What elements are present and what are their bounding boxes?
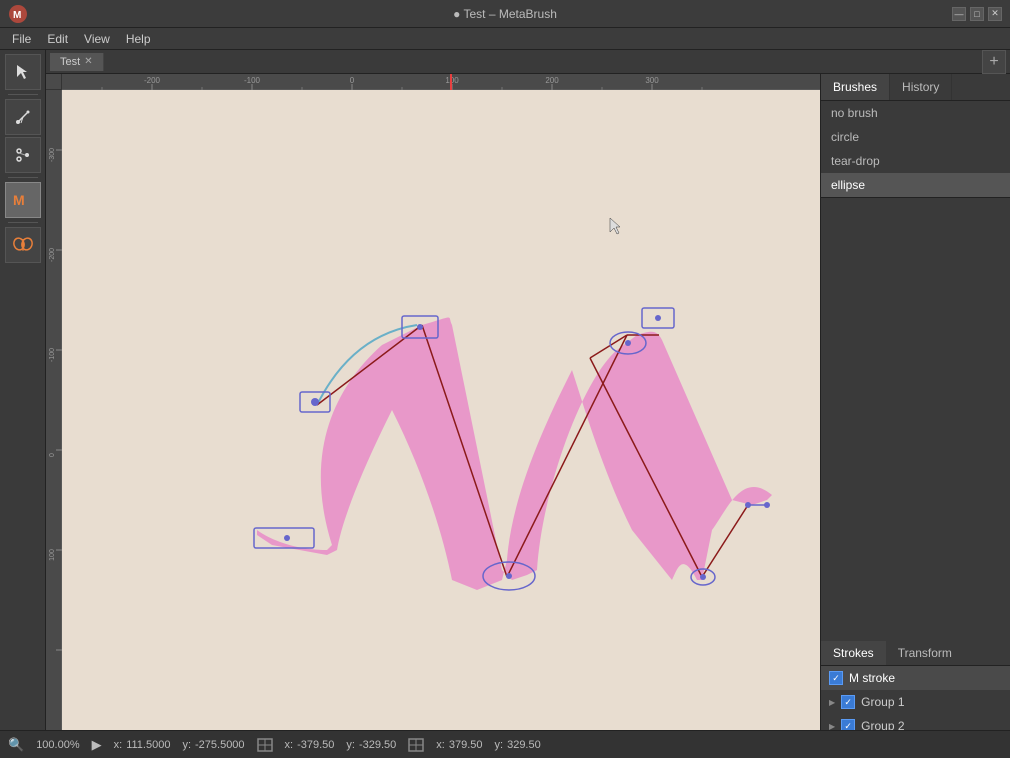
brush-item-no-brush[interactable]: no brush	[821, 101, 1010, 125]
tab-test-label: Test	[60, 56, 80, 68]
tab-test[interactable]: Test ✕	[50, 53, 104, 71]
menu-edit[interactable]: Edit	[39, 30, 76, 48]
svg-text:-300: -300	[49, 148, 56, 162]
play-icon: ▶	[92, 737, 102, 753]
coord-y1: y: -275.5000	[182, 739, 244, 751]
toolbar-divider-2	[8, 177, 38, 178]
stroke-label-group1: Group 1	[861, 695, 904, 709]
ruler-corner	[46, 74, 62, 90]
brush-panel-tabs: Brushes History	[821, 74, 1010, 101]
tab-transform[interactable]: Transform	[886, 641, 964, 665]
coord-y2: y: -329.50	[346, 739, 396, 751]
maximize-button[interactable]: □	[970, 7, 984, 21]
canvas-svg	[62, 90, 820, 758]
frame-icon2	[408, 738, 424, 752]
x2-value: -379.50	[297, 739, 334, 751]
toolbar-divider-1	[8, 94, 38, 95]
y3-value: 329.50	[507, 739, 541, 751]
y2-label: y:	[346, 739, 355, 751]
stroke-checkbox-m[interactable]: ✓	[829, 671, 843, 685]
svg-text:M: M	[13, 192, 25, 208]
add-tab-button[interactable]: +	[982, 50, 1006, 74]
svg-text:-200: -200	[49, 248, 56, 262]
coord-y3: y: 329.50	[495, 739, 541, 751]
node-tool-button[interactable]	[5, 137, 41, 173]
coord-x2: x: -379.50	[285, 739, 335, 751]
play-status: ▶	[92, 737, 102, 753]
zoom-status: 100.00%	[36, 739, 79, 751]
svg-text:-100: -100	[244, 76, 261, 85]
expand-arrow-group1: ▶	[829, 698, 835, 707]
brush-list: no brush circle tear-drop ellipse	[821, 101, 1010, 198]
m-stroke-group	[254, 308, 772, 590]
svg-text:100: 100	[49, 549, 56, 561]
window-title: ● Test – MetaBrush	[453, 7, 557, 21]
x1-value: 111.5000	[126, 739, 170, 751]
svg-text:0: 0	[49, 453, 56, 457]
app-logo: M	[8, 4, 28, 24]
svg-text:M: M	[13, 10, 21, 21]
svg-text:100: 100	[445, 76, 459, 85]
toolbar-divider-3	[8, 222, 38, 223]
tab-strokes[interactable]: Strokes	[821, 641, 886, 665]
left-toolbar: M	[0, 50, 46, 758]
stroke-list: ✓ M stroke ▶ ✓ Group 1 ▶ ✓ Group 2	[821, 666, 1010, 738]
frame-icon1	[257, 738, 273, 752]
brush-item-circle[interactable]: circle	[821, 125, 1010, 149]
search-status: 🔍	[8, 737, 24, 753]
ruler-top: -200 -100 0 100 200 300	[62, 74, 820, 90]
svg-text:-200: -200	[144, 76, 161, 85]
svg-text:-100: -100	[49, 348, 56, 362]
menubar: File Edit View Help	[0, 28, 1010, 50]
svg-text:300: 300	[645, 76, 659, 85]
y2-value: -329.50	[359, 739, 396, 751]
tab-history[interactable]: History	[890, 74, 952, 100]
panel-spacer	[821, 198, 1010, 641]
brush-item-ellipse[interactable]: ellipse	[821, 173, 1010, 197]
statusbar: 🔍 100.00% ▶ x: 111.5000 y: -275.5000 x: …	[0, 730, 1010, 758]
y1-label: y:	[182, 739, 191, 751]
coord-x3: x: 379.50	[436, 739, 482, 751]
svg-text:200: 200	[545, 76, 559, 85]
butterfly-tool-button[interactable]	[5, 227, 41, 263]
canvas-area[interactable]: -200 -100 0 100 200 300	[46, 74, 820, 758]
canvas-drawing[interactable]	[62, 90, 820, 758]
y1-value: -275.5000	[195, 739, 245, 751]
right-panel: Brushes History no brush circle tear-dro…	[820, 74, 1010, 758]
stroke-checkbox-group1[interactable]: ✓	[841, 695, 855, 709]
tab-bar: Test ✕	[46, 50, 820, 74]
minimize-button[interactable]: —	[952, 7, 966, 21]
strokes-panel-tabs: Strokes Transform	[821, 641, 1010, 666]
close-button[interactable]: ✕	[988, 7, 1002, 21]
x3-value: 379.50	[449, 739, 483, 751]
x3-label: x:	[436, 739, 445, 751]
stroke-item-m-stroke[interactable]: ✓ M stroke	[821, 666, 1010, 690]
zoom-value: 100.00%	[36, 739, 79, 751]
stroke-label-m: M stroke	[849, 671, 895, 685]
menu-file[interactable]: File	[4, 30, 39, 48]
stroke-item-group1[interactable]: ▶ ✓ Group 1	[821, 690, 1010, 714]
x2-label: x:	[285, 739, 294, 751]
main-layout: M Test ✕ +	[0, 50, 1010, 758]
ruler-left: -300 -200 -100 0 100	[46, 90, 62, 758]
coord-xy1: x: 111.5000	[114, 739, 171, 751]
pen-tool-button[interactable]	[5, 99, 41, 135]
menu-view[interactable]: View	[76, 30, 118, 48]
search-icon: 🔍	[8, 737, 24, 753]
svg-text:0: 0	[350, 76, 355, 85]
y3-label: y:	[495, 739, 504, 751]
tab-close-icon[interactable]: ✕	[84, 56, 92, 67]
meta-tool-button[interactable]: M	[5, 182, 41, 218]
titlebar: M ● Test – MetaBrush — □ ✕	[0, 0, 1010, 28]
window-controls: — □ ✕	[952, 7, 1002, 21]
cursor	[610, 218, 620, 234]
select-tool-button[interactable]	[5, 54, 41, 90]
x1-label: x:	[114, 739, 123, 751]
tab-brushes[interactable]: Brushes	[821, 74, 890, 100]
menu-help[interactable]: Help	[118, 30, 159, 48]
brush-item-tear-drop[interactable]: tear-drop	[821, 149, 1010, 173]
